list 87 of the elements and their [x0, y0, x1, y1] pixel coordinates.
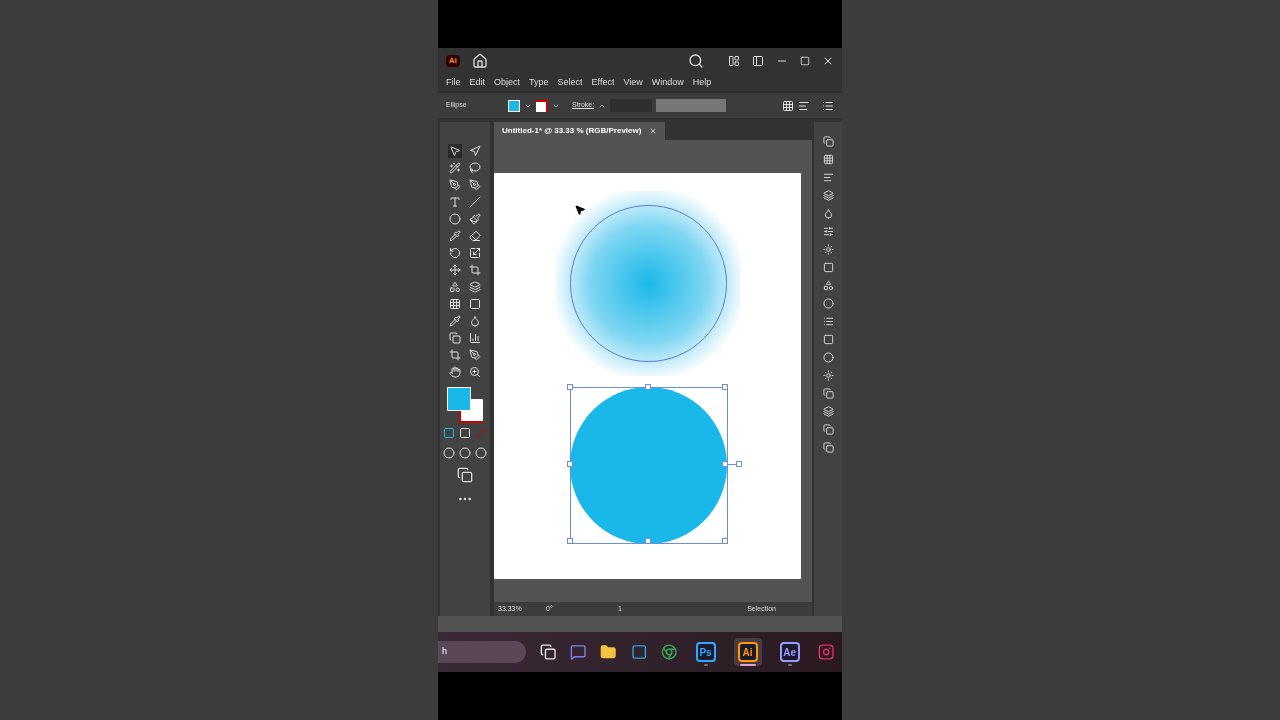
gradient-mode-icon[interactable]	[459, 427, 471, 439]
tool-icon[interactable]	[468, 348, 482, 362]
fill-swatch[interactable]	[508, 99, 520, 112]
menu-item[interactable]: File	[446, 76, 461, 90]
taskbar-search-field[interactable]: h	[438, 641, 526, 663]
stroke-none-swatch[interactable]	[536, 99, 548, 112]
panel-icon[interactable]	[822, 406, 834, 417]
panel-icon[interactable]	[822, 334, 834, 345]
menu-item[interactable]: Effect	[591, 76, 615, 90]
style-field[interactable]	[656, 99, 727, 112]
panel-icon[interactable]	[752, 55, 764, 67]
align-icon[interactable]	[798, 99, 810, 112]
close-icon[interactable]	[649, 127, 658, 135]
draw-mode-icon[interactable]	[459, 447, 471, 459]
panel-icon[interactable]	[822, 190, 834, 201]
grid-icon[interactable]	[782, 99, 794, 112]
tool-icon[interactable]	[468, 246, 482, 260]
panel-icon[interactable]	[822, 442, 834, 453]
panel-icon[interactable]	[822, 244, 834, 255]
draw-mode-icon[interactable]	[475, 447, 487, 459]
tool-icon[interactable]	[448, 229, 462, 243]
tool-icon[interactable]	[448, 365, 462, 379]
tool-icon[interactable]	[468, 280, 482, 294]
panel-icon[interactable]	[822, 352, 834, 363]
tool-icon[interactable]	[448, 144, 462, 158]
close-icon[interactable]	[822, 55, 834, 67]
menu-item[interactable]: Help	[692, 76, 712, 90]
menu-item[interactable]: Object	[494, 76, 521, 90]
panel-icon[interactable]	[822, 208, 834, 219]
menu-item[interactable]: View	[623, 76, 643, 90]
active-indicator	[703, 664, 708, 666]
panel-icon[interactable]	[822, 388, 834, 399]
menu-item[interactable]: Edit	[469, 76, 486, 90]
app-icon[interactable]	[630, 642, 648, 662]
chat-icon[interactable]	[570, 642, 587, 662]
active-indicator	[739, 664, 756, 666]
layout-icon[interactable]	[728, 55, 740, 67]
camera-icon[interactable]	[817, 642, 834, 662]
tool-icon[interactable]	[448, 246, 462, 260]
cursor-icon	[574, 204, 586, 216]
tool-icon[interactable]	[468, 144, 482, 158]
search-icon[interactable]	[688, 53, 704, 69]
active-indicator	[787, 664, 792, 666]
tool-icon[interactable]	[448, 195, 462, 209]
browser-icon[interactable]	[661, 642, 678, 662]
panel-icon[interactable]	[822, 298, 834, 309]
list-icon[interactable]	[822, 99, 834, 112]
panel-icon[interactable]	[822, 424, 834, 435]
screen-mode-icon[interactable]	[457, 467, 473, 483]
menu-item[interactable]: Window	[651, 76, 684, 90]
tool-icon[interactable]	[468, 331, 482, 345]
tool-icon[interactable]	[468, 212, 482, 226]
tool-icon[interactable]	[468, 161, 482, 175]
fill-stroke-swatches-drawing[interactable]	[447, 387, 483, 423]
tool-icon[interactable]	[468, 195, 482, 209]
panel-icon[interactable]	[822, 262, 834, 273]
panel-icon[interactable]	[822, 136, 834, 147]
home-icon[interactable]	[472, 53, 488, 69]
tool-icon[interactable]	[468, 178, 482, 192]
menu-item[interactable]: Select	[557, 76, 583, 90]
task-view-icon[interactable]	[539, 642, 556, 662]
tool-icon[interactable]	[468, 297, 482, 311]
tool-icon[interactable]	[448, 314, 462, 328]
tool-icon[interactable]	[448, 212, 462, 226]
panel-icon[interactable]	[822, 172, 834, 183]
tool-icon[interactable]	[448, 263, 462, 277]
menu-item[interactable]: Type	[529, 76, 549, 90]
panel-icon[interactable]	[822, 226, 834, 237]
tool-icon[interactable]	[448, 161, 462, 175]
panel-icon[interactable]	[822, 154, 834, 165]
document-tab[interactable]: Untitled-1* @ 33.33 % (RGB/Preview)	[494, 122, 666, 140]
tool-icon[interactable]	[448, 348, 462, 362]
maximize-icon[interactable]	[800, 56, 810, 66]
tool-icon[interactable]	[468, 229, 482, 243]
app-logo: Ai	[446, 55, 460, 67]
tool-icon[interactable]	[448, 297, 462, 311]
panel-icon[interactable]	[822, 370, 834, 381]
tool-icon[interactable]	[448, 178, 462, 192]
tool-icon[interactable]	[448, 331, 462, 345]
draw-mode-icon[interactable]	[443, 447, 455, 459]
panel-icon[interactable]	[822, 280, 834, 291]
tool-icon[interactable]	[448, 280, 462, 294]
tool-icon[interactable]	[468, 314, 482, 328]
panel-icon[interactable]	[822, 316, 834, 327]
tool-icon[interactable]	[468, 263, 482, 277]
color-mode-icon[interactable]	[443, 427, 455, 439]
tool-icon[interactable]	[468, 365, 482, 379]
